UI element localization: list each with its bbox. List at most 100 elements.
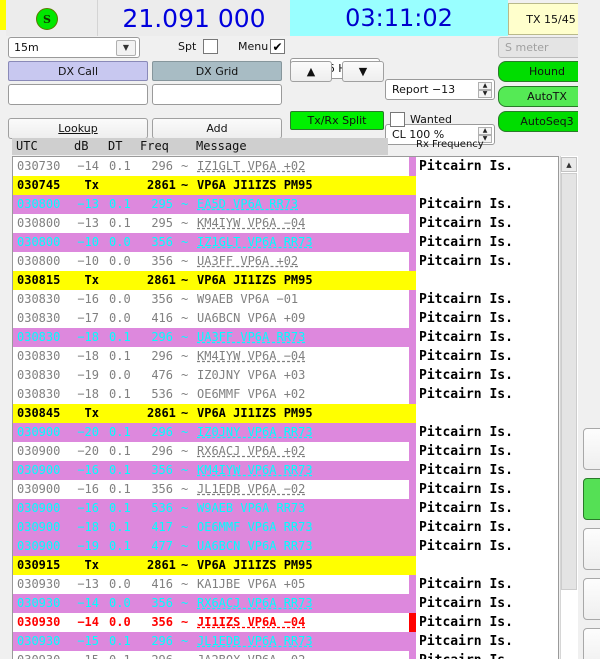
- decode-row[interactable]: 030800 −13 0.1 295 ~ KM4IYW VP6A −04: [13, 214, 409, 233]
- lookup-button[interactable]: Lookup: [8, 118, 148, 139]
- decode-dt: 0.0: [109, 254, 131, 268]
- country-row[interactable]: Pitcairn Is.: [409, 385, 558, 404]
- country-name: Pitcairn Is.: [419, 159, 513, 174]
- s-meter-icon[interactable]: S: [36, 8, 58, 30]
- country-name: Pitcairn Is.: [419, 653, 513, 659]
- spinner-arrows-icon[interactable]: ▲▼: [478, 82, 492, 98]
- decode-row[interactable]: 030915 Tx 2861 ~ VP6A JI1IZS PM95: [13, 556, 409, 575]
- country-row[interactable]: Pitcairn Is.: [409, 423, 558, 442]
- decode-utc: 030800: [17, 197, 61, 211]
- decode-row[interactable]: 030830 −19 0.0 476 ~ IZ0JNY VP6A +03: [13, 366, 409, 385]
- country-row[interactable]: Pitcairn Is.: [409, 157, 558, 176]
- side-button-5[interactable]: [583, 628, 600, 659]
- decode-dt: 0.1: [109, 330, 131, 344]
- country-row[interactable]: Pitcairn Is.: [409, 195, 558, 214]
- decode-utc: 030830: [17, 292, 61, 306]
- dx-grid-input[interactable]: [152, 84, 282, 105]
- side-button-4[interactable]: [583, 578, 600, 620]
- report-spinbox[interactable]: Report −13 ▲ ▼: [385, 79, 495, 100]
- dx-grid-header[interactable]: DX Grid: [152, 61, 282, 81]
- decode-row[interactable]: 030900 −18 0.1 417 ~ OE6MMF VP6A RR73: [13, 518, 409, 537]
- rx-frequency-list[interactable]: Pitcairn Is. Pitcairn Is. Pitcairn Is. Pitc…: [409, 156, 559, 659]
- country-row[interactable]: [409, 271, 558, 290]
- country-row[interactable]: Pitcairn Is.: [409, 518, 558, 537]
- decode-row[interactable]: 030830 −18 0.1 296 ~ UA3FF VP6A RR73: [13, 328, 409, 347]
- decode-mode-marker: ~: [181, 387, 189, 401]
- frequency-down-button[interactable]: ▼: [342, 61, 384, 82]
- decode-row[interactable]: 030930 −13 0.0 416 ~ KA1JBE VP6A +05: [13, 575, 409, 594]
- scroll-up-arrow-icon[interactable]: ▲: [561, 157, 577, 172]
- add-button[interactable]: Add: [152, 118, 282, 139]
- decode-row[interactable]: 030815 Tx 2861 ~ VP6A JI1IZS PM95: [13, 271, 409, 290]
- decode-row[interactable]: 030930 −14 0.0 356 ~ JI1IZS VP6A −04: [13, 613, 409, 632]
- country-row[interactable]: [409, 404, 558, 423]
- side-button-2-active[interactable]: [583, 478, 600, 520]
- chevron-down-icon[interactable]: ▼: [116, 39, 136, 56]
- decode-row[interactable]: 030800 −10 0.0 356 ~ IZ1GLT VP6A RR73: [13, 233, 409, 252]
- country-row[interactable]: [409, 556, 558, 575]
- decode-row[interactable]: 030845 Tx 2861 ~ VP6A JI1IZS PM95: [13, 404, 409, 423]
- side-button-1[interactable]: [583, 428, 600, 470]
- country-row[interactable]: Pitcairn Is.: [409, 328, 558, 347]
- decode-utc: 030830: [17, 368, 61, 382]
- country-row[interactable]: Pitcairn Is.: [409, 499, 558, 518]
- decode-row[interactable]: 030830 −16 0.0 356 ~ W9AEB VP6A −01: [13, 290, 409, 309]
- wanted-checkbox[interactable]: [390, 112, 405, 127]
- country-row[interactable]: Pitcairn Is.: [409, 233, 558, 252]
- decode-row[interactable]: 030830 −17 0.0 416 ~ UA6BCN VP6A +09: [13, 309, 409, 328]
- frequency-up-button[interactable]: ▲: [290, 61, 332, 82]
- scrollbar-thumb[interactable]: [561, 173, 577, 590]
- decode-row[interactable]: 030900 −20 0.1 296 ~ IZ0JNY VP6A RR73: [13, 423, 409, 442]
- side-button-3[interactable]: [583, 528, 600, 570]
- decode-row[interactable]: 030730 −14 0.1 296 ~ IZ1GLT VP6A +02: [13, 157, 409, 176]
- dx-call-input[interactable]: [8, 84, 148, 105]
- country-row[interactable]: Pitcairn Is.: [409, 575, 558, 594]
- decode-row[interactable]: 030800 −13 0.1 295 ~ EA5D VP6A RR73: [13, 195, 409, 214]
- decode-row[interactable]: 030900 −19 0.1 477 ~ UA6BCN VP6A RR73: [13, 537, 409, 556]
- row-color-marker: [409, 537, 416, 556]
- country-row[interactable]: [409, 176, 558, 195]
- decode-message: UA6BCN VP6A +09: [197, 311, 306, 325]
- decode-row[interactable]: 030900 −16 0.1 356 ~ JL1EDB VP6A −02: [13, 480, 409, 499]
- decode-list[interactable]: 030730 −14 0.1 296 ~ IZ1GLT VP6A +02 030745 Tx 2…: [12, 156, 409, 659]
- decode-list-scrollbar[interactable]: ▲: [560, 156, 578, 659]
- country-row[interactable]: Pitcairn Is.: [409, 442, 558, 461]
- country-row[interactable]: Pitcairn Is.: [409, 632, 558, 651]
- decode-row[interactable]: 030745 Tx 2861 ~ VP6A JI1IZS PM95: [13, 176, 409, 195]
- decode-row[interactable]: 030930 −14 0.0 356 ~ RX6ACJ VP6A RR73: [13, 594, 409, 613]
- country-name: Pitcairn Is.: [419, 444, 513, 459]
- txrx-split-button[interactable]: Tx/Rx Split: [290, 111, 384, 130]
- country-row[interactable]: Pitcairn Is.: [409, 480, 558, 499]
- dx-call-header[interactable]: DX Call: [8, 61, 148, 81]
- decode-row[interactable]: 030900 −20 0.1 296 ~ RX6ACJ VP6A +02: [13, 442, 409, 461]
- country-row[interactable]: Pitcairn Is.: [409, 594, 558, 613]
- band-selector[interactable]: 15m ▼: [8, 37, 140, 58]
- row-color-marker: [409, 461, 416, 480]
- country-row[interactable]: Pitcairn Is.: [409, 252, 558, 271]
- menu-checkbox[interactable]: ✔: [270, 39, 285, 54]
- frequency-display[interactable]: 21.091 000: [98, 0, 290, 36]
- decode-row[interactable]: 030830 −18 0.1 296 ~ KM4IYW VP6A −04: [13, 347, 409, 366]
- country-row[interactable]: Pitcairn Is.: [409, 537, 558, 556]
- country-row[interactable]: Pitcairn Is.: [409, 347, 558, 366]
- decode-row[interactable]: 030930 −15 0.1 296 ~ JA2BQX VP6A −02: [13, 651, 409, 659]
- decode-message: VP6A JI1IZS PM95: [197, 406, 313, 420]
- country-row[interactable]: Pitcairn Is.: [409, 461, 558, 480]
- country-row[interactable]: Pitcairn Is.: [409, 651, 558, 659]
- spt-label: Spt: [178, 40, 197, 53]
- decode-row[interactable]: 030830 −18 0.1 536 ~ OE6MMF VP6A +02: [13, 385, 409, 404]
- decode-db: Tx: [84, 558, 99, 572]
- decode-row[interactable]: 030930 −15 0.1 296 ~ JL1EDB VP6A RR73: [13, 632, 409, 651]
- decode-dt: 0.1: [109, 653, 131, 659]
- decode-row[interactable]: 030800 −10 0.0 356 ~ UA3FF VP6A +02: [13, 252, 409, 271]
- country-row[interactable]: Pitcairn Is.: [409, 366, 558, 385]
- decode-mode-marker: ~: [181, 197, 189, 211]
- row-color-marker: [409, 575, 416, 594]
- country-row[interactable]: Pitcairn Is.: [409, 290, 558, 309]
- decode-row[interactable]: 030900 −16 0.1 356 ~ KM4IYW VP6A RR73: [13, 461, 409, 480]
- country-row[interactable]: Pitcairn Is.: [409, 613, 558, 632]
- spt-checkbox[interactable]: [203, 39, 218, 54]
- country-row[interactable]: Pitcairn Is.: [409, 214, 558, 233]
- country-row[interactable]: Pitcairn Is.: [409, 309, 558, 328]
- decode-row[interactable]: 030900 −16 0.1 536 ~ W9AEB VP6A RR73: [13, 499, 409, 518]
